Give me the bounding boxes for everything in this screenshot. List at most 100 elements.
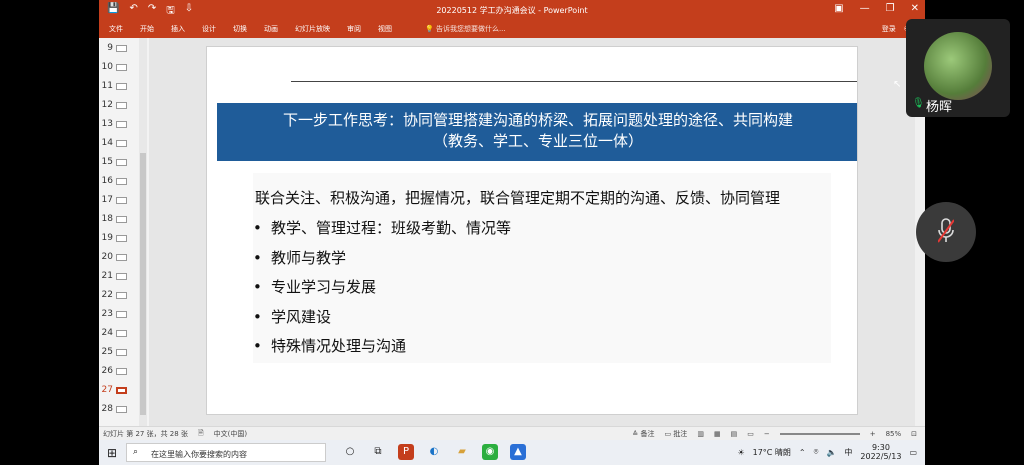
tray-overflow-icon[interactable]: ⌃ [799, 448, 806, 457]
title-divider-line [291, 81, 857, 82]
cortana-icon[interactable]: ○ [342, 444, 358, 460]
notes-button[interactable]: ≙ 备注 [632, 429, 654, 439]
thumbnail-slide-26[interactable]: 26 [99, 363, 139, 381]
tab-review[interactable]: 审阅 [347, 24, 361, 34]
status-bar: 幻灯片 第 27 张，共 28 张 🗎 中文(中国) ≙ 备注 ▭ 批注 ▥ ▦… [99, 426, 925, 441]
tab-insert[interactable]: 插入 [171, 24, 185, 34]
login-link[interactable]: 登录 [882, 24, 896, 34]
tab-slideshow[interactable]: 幻灯片放映 [295, 24, 330, 34]
meeting-app-icon[interactable]: ▲ [510, 444, 526, 460]
current-slide[interactable]: 下一步工作思考：协同管理搭建沟通的桥梁、拓展问题处理的途径、共同构建 （教务、学… [206, 46, 858, 415]
thumbnail-slide-11[interactable]: 11 [99, 78, 139, 96]
slide-number: 14 [101, 138, 113, 148]
close-icon[interactable]: ✕ [911, 3, 919, 14]
thumbnail-slide-23[interactable]: 23 [99, 306, 139, 324]
list-item: • 学风建设 [253, 307, 511, 337]
windows-taskbar: ⊞ ⌕ 在这里输入你要搜索的内容 ○ ⧉ P ◐ ▰ ◉ ▲ ☀ 17°C 晴朗… [99, 440, 925, 465]
notes-icon: ≙ [632, 430, 639, 438]
volume-icon[interactable]: 🔈 [826, 448, 836, 457]
slide-number: 27 [101, 385, 113, 395]
clock[interactable]: 9:30 2022/5/13 [860, 443, 901, 461]
slideshow-icon[interactable]: ▭ [747, 430, 754, 438]
thumbnail-slide-17[interactable]: 17 [99, 192, 139, 210]
list-item: • 教学、管理过程：班级考勤、情况等 [253, 218, 511, 248]
file-explorer-icon[interactable]: ▰ [454, 444, 470, 460]
thumbnail-slide-21[interactable]: 21 [99, 268, 139, 286]
thumbnail-slide-25[interactable]: 25 [99, 344, 139, 362]
thumbnail-slide-12[interactable]: 12 [99, 97, 139, 115]
slide-mini-preview [116, 216, 127, 223]
mouse-cursor-icon: ↖ [893, 79, 902, 90]
comments-button[interactable]: ▭ 批注 [664, 429, 687, 439]
slide-mini-preview [116, 178, 127, 185]
zoom-out-icon[interactable]: − [764, 430, 770, 438]
zoom-level[interactable]: 85% [886, 430, 902, 438]
minimize-icon[interactable]: — [860, 3, 870, 14]
slide-number: 15 [101, 157, 113, 167]
scrollbar-thumb[interactable] [140, 153, 146, 415]
taskbar-search-box[interactable]: ⌕ 在这里输入你要搜索的内容 [126, 443, 326, 462]
slide-number: 21 [101, 271, 113, 281]
task-view-icon[interactable]: ⧉ [370, 444, 386, 460]
search-placeholder: 在这里输入你要搜索的内容 [151, 450, 247, 459]
comments-label: 批注 [673, 430, 688, 438]
normal-view-icon[interactable]: ▥ [697, 430, 704, 438]
slide-mini-preview [116, 121, 127, 128]
wechat-icon[interactable]: ◉ [482, 444, 498, 460]
restore-icon[interactable]: ❐ [886, 3, 895, 14]
thumbnail-slide-20[interactable]: 20 [99, 249, 139, 267]
tab-home[interactable]: 开始 [140, 24, 154, 34]
slide-number: 22 [101, 290, 113, 300]
thumbnail-slide-28[interactable]: 28 [99, 401, 139, 419]
slide-number: 18 [101, 214, 113, 224]
thumbnail-slide-15[interactable]: 15 [99, 154, 139, 172]
bullet-text: 教学、管理过程：班级考勤、情况等 [271, 219, 512, 237]
network-icon[interactable]: ⌾ [814, 447, 819, 457]
participant-video-tile[interactable]: 🎙 杨晖 [906, 19, 1010, 117]
slide-mini-preview [116, 387, 127, 394]
zoom-slider[interactable] [779, 433, 860, 435]
edge-browser-icon[interactable]: ◐ [426, 444, 442, 460]
tab-transitions[interactable]: 切换 [233, 24, 247, 34]
tab-file[interactable]: 文件 [109, 24, 123, 34]
ime-indicator[interactable]: 中 [844, 447, 852, 458]
fit-slide-icon[interactable]: ⊡ [911, 430, 917, 438]
thumbnail-slide-9[interactable]: 9 [99, 40, 139, 58]
slide-title-banner[interactable]: 下一步工作思考：协同管理搭建沟通的桥梁、拓展问题处理的途径、共同构建 （教务、学… [217, 103, 857, 161]
language-indicator[interactable]: 中文(中国) [214, 429, 247, 440]
list-item: • 教师与教学 [253, 248, 511, 278]
powerpoint-app-icon[interactable]: P [398, 444, 414, 460]
slide-number: 28 [101, 404, 113, 414]
thumbnail-slide-19[interactable]: 19 [99, 230, 139, 248]
ribbon-display-icon[interactable]: ▣ [834, 3, 843, 14]
mute-microphone-button[interactable] [916, 202, 976, 262]
thumbnail-slide-16[interactable]: 16 [99, 173, 139, 191]
tab-animations[interactable]: 动画 [264, 24, 278, 34]
thumbnail-slide-13[interactable]: 13 [99, 116, 139, 134]
thumbnail-slide-27-active[interactable]: 27 [99, 382, 139, 400]
tab-view[interactable]: 视图 [378, 24, 392, 34]
slide-mini-preview [116, 406, 127, 413]
notification-icon[interactable]: ▭ [909, 448, 917, 457]
thumbnail-slide-22[interactable]: 22 [99, 287, 139, 305]
windows-start-icon[interactable]: ⊞ [107, 446, 117, 460]
zoom-in-icon[interactable]: + [870, 430, 876, 438]
slide-mini-preview [116, 235, 127, 242]
weather-text[interactable]: 17°C 晴朗 [753, 447, 791, 458]
thumbnail-slide-10[interactable]: 10 [99, 59, 139, 77]
thumbnail-slide-14[interactable]: 14 [99, 135, 139, 153]
slide-sorter-icon[interactable]: ▦ [714, 430, 721, 438]
thumbnail-slide-24[interactable]: 24 [99, 325, 139, 343]
slide-mini-preview [116, 273, 127, 280]
spellcheck-icon[interactable]: 🗎 [198, 429, 204, 440]
tell-me-box[interactable]: 💡 告诉我您想要做什么... [425, 24, 506, 34]
slide-counter: 幻灯片 第 27 张，共 28 张 [103, 430, 188, 438]
thumbnail-slide-18[interactable]: 18 [99, 211, 139, 229]
thumbnail-scrollbar[interactable] [139, 38, 147, 426]
tab-design[interactable]: 设计 [202, 24, 216, 34]
slide-mini-preview [116, 159, 127, 166]
clock-date: 2022/5/13 [860, 452, 902, 461]
reading-view-icon[interactable]: ▤ [731, 430, 738, 438]
bullet-list: • 教学、管理过程：班级考勤、情况等 • 教师与教学 • 专业学习与发展 • 学风建设 … [253, 218, 511, 366]
slide-content-box[interactable]: 联合关注、积极沟通，把握情况，联合管理定期不定期的沟通、反馈、协同管理 • 教学、… [253, 173, 831, 363]
